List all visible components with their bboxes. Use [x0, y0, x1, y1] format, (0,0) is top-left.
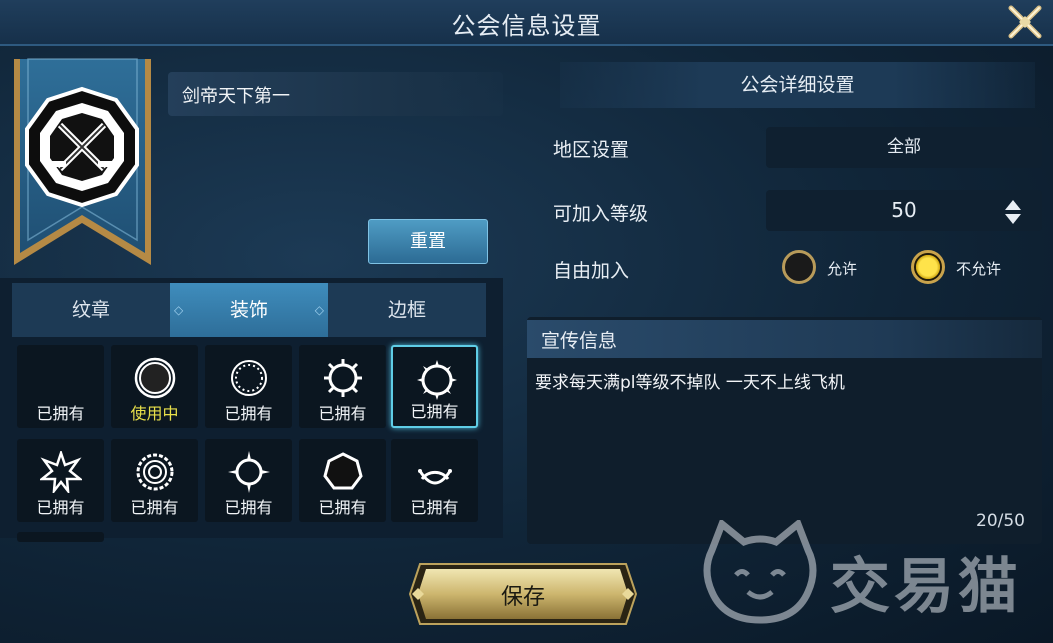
decoration-item[interactable]: 已拥有 [299, 345, 386, 428]
decoration-tabs: 纹章 装饰 边框 [12, 283, 486, 337]
guild-name-field[interactable]: 剑帝天下第一 [168, 72, 503, 116]
region-label: 地区设置 [553, 139, 630, 161]
spiked-star-ring-icon [40, 451, 82, 493]
sun-ring-icon [324, 359, 362, 397]
reset-button[interactable]: 重置 [368, 219, 488, 264]
decoration-item[interactable]: 已拥有 [111, 439, 198, 522]
window-title: 公会信息设置 [451, 12, 602, 40]
level-label: 可加入等级 [553, 203, 649, 225]
promo-header: 宣传信息 [527, 320, 1042, 358]
guild-name-text: 剑帝天下第一 [182, 86, 290, 107]
close-button[interactable] [1005, 2, 1045, 42]
thorn-ring-icon [417, 360, 457, 400]
heptagon-ring-icon [323, 452, 363, 490]
decoration-status: 已拥有 [224, 404, 273, 423]
promo-header-label: 宣传信息 [541, 330, 618, 352]
decoration-status: 已拥有 [130, 498, 179, 517]
decoration-status: 已拥有 [224, 498, 273, 517]
star-ring-icon [228, 451, 270, 493]
decoration-status: 已拥有 [318, 404, 367, 423]
allow-radio[interactable] [782, 250, 816, 284]
double-ring-icon [134, 357, 176, 399]
save-button[interactable]: 保存 [408, 562, 638, 626]
decoration-status: 已拥有 [410, 402, 459, 421]
decoration-status: 已拥有 [36, 498, 85, 517]
region-select[interactable]: 全部 [766, 127, 1042, 168]
level-field[interactable]: 50 [766, 190, 1042, 231]
decoration-status: 已拥有 [318, 498, 367, 517]
decoration-item-selected[interactable]: 已拥有 [391, 345, 478, 428]
close-icon [1008, 5, 1042, 39]
decoration-item[interactable]: 已拥有 [205, 439, 292, 522]
tab-decoration[interactable]: 装饰 [170, 283, 328, 337]
disallow-label[interactable]: 不允许 [956, 258, 1001, 279]
decoration-status: 已拥有 [410, 498, 459, 517]
tab-border[interactable]: 边框 [328, 283, 486, 337]
free-join-label: 自由加入 [553, 260, 630, 282]
decoration-item[interactable]: 使用中 [111, 345, 198, 428]
laurel-ring-icon [418, 469, 452, 485]
decoration-item[interactable]: 已拥有 [17, 345, 104, 428]
watermark: 交易猫 [700, 518, 1040, 630]
up-down-arrow-icon [1005, 200, 1021, 224]
dotted-ring-icon [231, 360, 267, 396]
guild-emblem-banner [10, 55, 155, 275]
decoration-status: 使用中 [130, 404, 179, 423]
tab-emblem[interactable]: 纹章 [12, 283, 170, 337]
decoration-item-partial[interactable] [17, 532, 104, 542]
decoration-status: 已拥有 [36, 404, 85, 423]
decoration-item[interactable]: 已拥有 [391, 439, 478, 522]
title-bar: 公会信息设置 [0, 0, 1053, 46]
decoration-item[interactable]: 已拥有 [205, 345, 292, 428]
allow-label[interactable]: 允许 [827, 258, 857, 279]
decoration-item[interactable]: 已拥有 [17, 439, 104, 522]
save-button-label: 保存 [500, 585, 545, 610]
settings-header: 公会详细设置 [560, 62, 1035, 108]
disallow-radio[interactable] [911, 250, 945, 284]
cat-logo-icon [703, 518, 817, 624]
promo-text[interactable]: 要求每天满pl等级不掉队 一天不上线飞机 [535, 368, 1035, 393]
level-stepper[interactable] [1003, 198, 1023, 226]
decoration-item[interactable]: 已拥有 [299, 439, 386, 522]
watermark-text: 交易猫 [830, 552, 1022, 622]
gear-ring-icon [136, 453, 174, 491]
